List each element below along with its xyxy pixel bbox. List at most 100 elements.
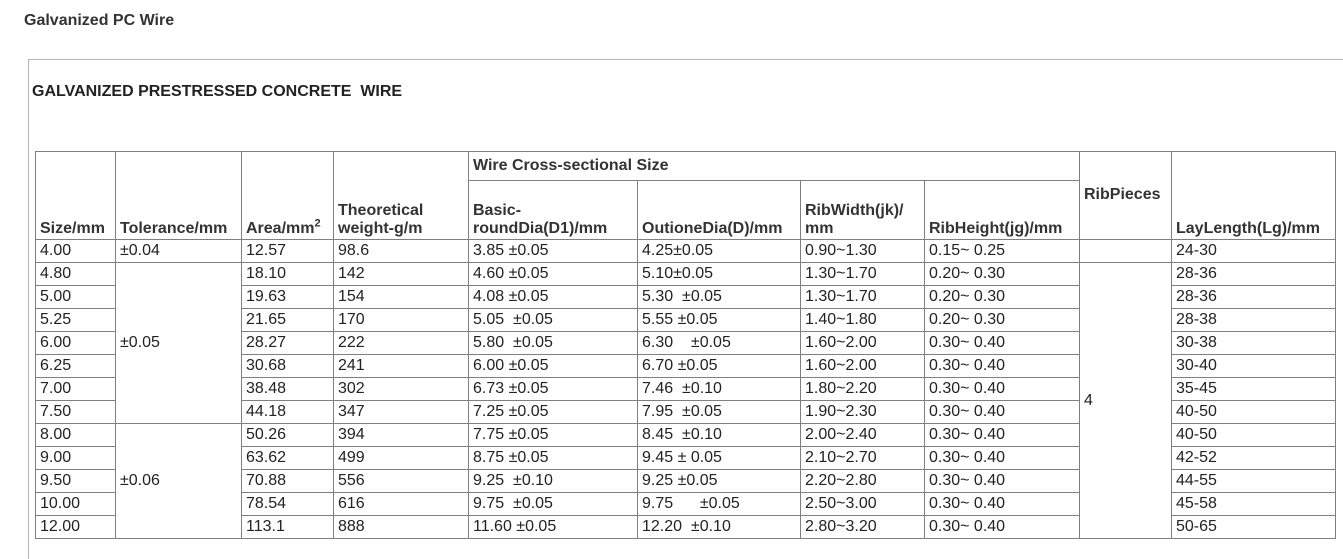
cell-weight: 888 [333, 515, 469, 539]
cell-rib-width: 1.60~2.00 [800, 354, 925, 378]
cell-basic-dia: 9.25 ±0.10 [468, 469, 638, 493]
cell-area: 113.1 [241, 515, 334, 539]
cell-size: 7.00 [35, 377, 116, 401]
cell-basic-dia: 11.60 ±0.05 [468, 515, 638, 539]
cell-rib-height: 0.30~ 0.40 [924, 446, 1080, 470]
header-lay-length: LayLength(Lg)/mm [1171, 151, 1336, 240]
header-basic-dia: Basic-roundDia(D1)/mm [468, 180, 638, 240]
cell-weight: 241 [333, 354, 469, 378]
cell-lay-length: 28-36 [1171, 262, 1336, 286]
cell-area: 50.26 [241, 423, 334, 447]
cell-lay-length: 42-52 [1171, 446, 1336, 470]
cell-area: 19.63 [241, 285, 334, 309]
cell-outer-dia: 9.25 ±0.05 [637, 469, 801, 493]
cell-size: 7.50 [35, 400, 116, 424]
header-area-sup: 2 [314, 217, 321, 230]
cell-rib-width: 1.60~2.00 [800, 331, 925, 355]
cell-rib-height: 0.20~ 0.30 [924, 262, 1080, 286]
cell-weight: 499 [333, 446, 469, 470]
cell-rib-pieces: 4 [1079, 262, 1172, 539]
cell-weight: 170 [333, 308, 469, 332]
cell-weight: 394 [333, 423, 469, 447]
cell-basic-dia: 7.75 ±0.05 [468, 423, 638, 447]
cell-lay-length: 40-50 [1171, 423, 1336, 447]
header-cross-section: Wire Cross-sectional Size [468, 151, 1080, 181]
cell-area: 18.10 [241, 262, 334, 286]
table-row: 4.80 ±0.05 18.10 142 4.60 ±0.05 5.10±0.05 1.30… [35, 262, 1336, 539]
cell-basic-dia: 4.08 ±0.05 [468, 285, 638, 309]
cell-rib-height: 0.30~ 0.40 [924, 469, 1080, 493]
cell-lay-length: 30-38 [1171, 331, 1336, 355]
cell-lay-length: 40-50 [1171, 400, 1336, 424]
cell-rib-height: 0.20~ 0.30 [924, 285, 1080, 309]
cell-size: 4.80 [35, 262, 116, 286]
header-rib-pieces: RibPieces [1079, 151, 1172, 240]
cell-outer-dia: 7.46 ±0.10 [637, 377, 801, 401]
cell-rib-height: 0.30~ 0.40 [924, 400, 1080, 424]
cell-area: 30.68 [241, 354, 334, 378]
cell-size: 4.00 [35, 239, 116, 263]
spec-table-body: 4.00 ±0.04 12.57 98.6 3.85 ±0.05 4.25±0.05 0.9… [35, 239, 1336, 539]
header-rib-height: RibHeight(jg)/mm [924, 180, 1080, 240]
cell-outer-dia: 6.30 ±0.05 [637, 331, 801, 355]
cell-lay-length: 30-40 [1171, 354, 1336, 378]
cell-weight: 556 [333, 469, 469, 493]
cell-size: 12.00 [35, 515, 116, 539]
cell-rib-width: 2.20~2.80 [800, 469, 925, 493]
cell-basic-dia: 3.85 ±0.05 [468, 239, 638, 263]
cell-lay-length: 45-58 [1171, 492, 1336, 516]
cell-rib-height: 0.30~ 0.40 [924, 423, 1080, 447]
cell-rib-height: 0.30~ 0.40 [924, 354, 1080, 378]
cell-rib-height: 0.20~ 0.30 [924, 308, 1080, 332]
cell-size: 5.00 [35, 285, 116, 309]
cell-lay-length: 35-45 [1171, 377, 1336, 401]
cell-rib-width: 1.30~1.70 [800, 285, 925, 309]
cell-area: 44.18 [241, 400, 334, 424]
cell-rib-height: 0.30~ 0.40 [924, 492, 1080, 516]
cell-size: 8.00 [35, 423, 116, 447]
cell-size: 9.50 [35, 469, 116, 493]
cell-rib-width: 2.10~2.70 [800, 446, 925, 470]
header-area-label: Area/mm [246, 220, 315, 237]
cell-outer-dia: 9.45 ± 0.05 [637, 446, 801, 470]
cell-lay-length: 50-65 [1171, 515, 1336, 539]
cell-area: 12.57 [241, 239, 334, 263]
cell-rib-pieces-blank [1079, 239, 1172, 263]
cell-rib-height: 0.30~ 0.40 [924, 377, 1080, 401]
cell-area: 63.62 [241, 446, 334, 470]
cell-basic-dia: 5.05 ±0.05 [468, 308, 638, 332]
cell-rib-width: 0.90~1.30 [800, 239, 925, 263]
cell-outer-dia: 7.95 ±0.05 [637, 400, 801, 424]
cell-weight: 222 [333, 331, 469, 355]
header-tolerance: Tolerance/mm [115, 151, 242, 240]
cell-outer-dia: 4.25±0.05 [637, 239, 801, 263]
cell-outer-dia: 12.20 ±0.10 [637, 515, 801, 539]
cell-outer-dia: 5.55 ±0.05 [637, 308, 801, 332]
cell-tolerance: ±0.05 [115, 262, 242, 424]
cell-size: 5.25 [35, 308, 116, 332]
cell-size: 6.25 [35, 354, 116, 378]
cell-rib-width: 1.40~1.80 [800, 308, 925, 332]
cell-weight: 154 [333, 285, 469, 309]
header-weight: Theoretical weight-g/m [333, 151, 469, 240]
cell-area: 38.48 [241, 377, 334, 401]
cell-basic-dia: 7.25 ±0.05 [468, 400, 638, 424]
cell-rib-height: 0.15~ 0.25 [924, 239, 1080, 263]
cell-lay-length: 44-55 [1171, 469, 1336, 493]
cell-rib-width: 2.00~2.40 [800, 423, 925, 447]
spec-table: Size/mm Tolerance/mm Area/mm2 Theoretica… [35, 151, 1336, 539]
cell-lay-length: 24-30 [1171, 239, 1336, 263]
cell-weight: 616 [333, 492, 469, 516]
cell-basic-dia: 6.00 ±0.05 [468, 354, 638, 378]
cell-size: 10.00 [35, 492, 116, 516]
cell-rib-width: 2.80~3.20 [800, 515, 925, 539]
cell-weight: 98.6 [333, 239, 469, 263]
cell-lay-length: 28-36 [1171, 285, 1336, 309]
cell-tolerance: ±0.06 [115, 423, 242, 539]
cell-area: 21.65 [241, 308, 334, 332]
cell-area: 78.54 [241, 492, 334, 516]
cell-outer-dia: 9.75 ±0.05 [637, 492, 801, 516]
cell-area: 28.27 [241, 331, 334, 355]
cell-rib-width: 1.30~1.70 [800, 262, 925, 286]
cell-basic-dia: 8.75 ±0.05 [468, 446, 638, 470]
